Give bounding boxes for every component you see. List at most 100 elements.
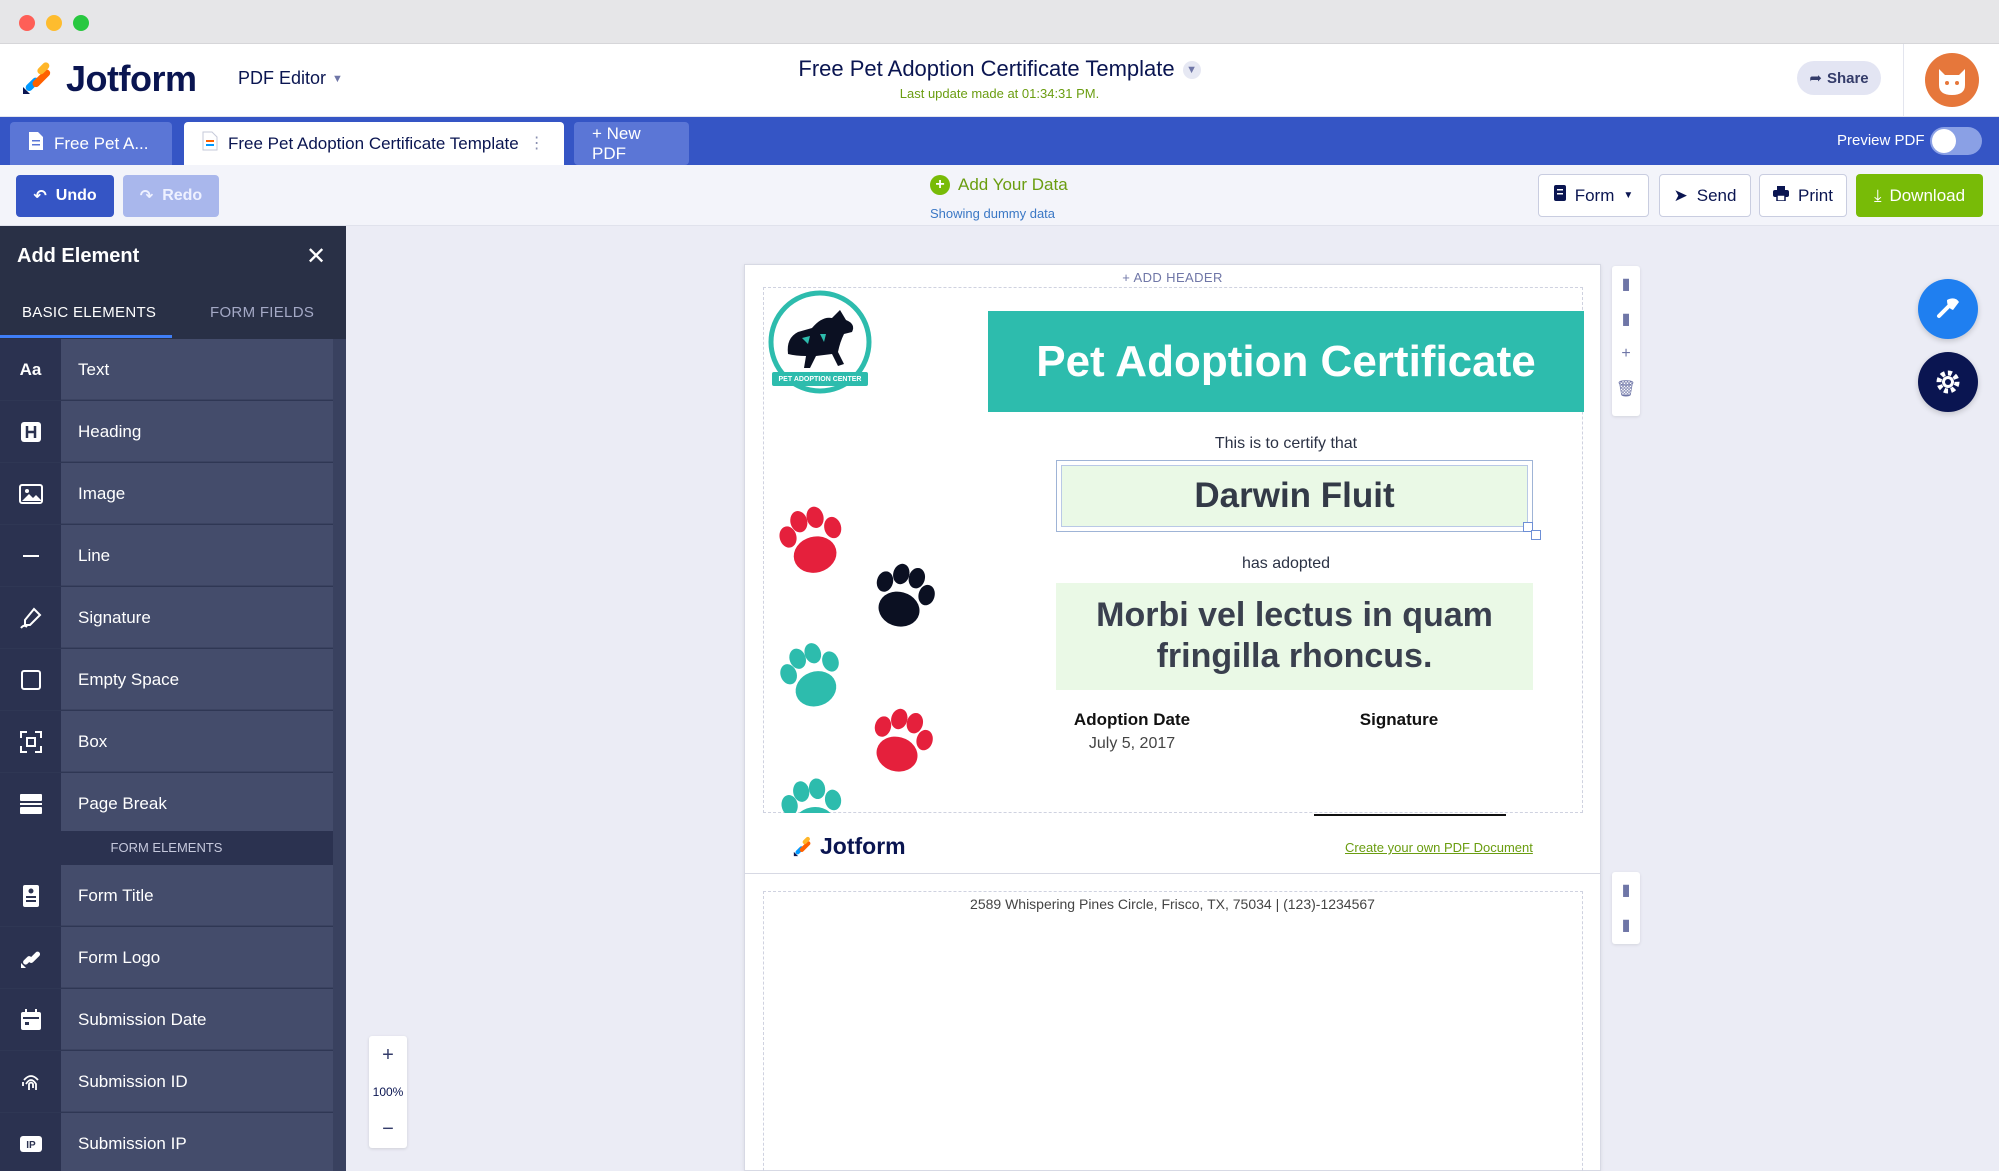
element-form-title[interactable]: Form Title — [0, 865, 333, 926]
resize-handle[interactable] — [1531, 530, 1541, 540]
paw-teal-1 — [773, 636, 852, 715]
panel-tabs: BASIC ELEMENTS FORM FIELDS — [0, 286, 346, 339]
settings-button[interactable] — [1918, 352, 1978, 412]
header-divider — [1903, 44, 1904, 117]
send-icon: ➤ — [1673, 185, 1688, 205]
tab-label: Free Pet Adoption Certificate Template — [228, 133, 519, 153]
pet-adoption-center-logo[interactable]: PET ADOPTION CENTER — [766, 290, 874, 394]
trash-icon[interactable]: 🗑 — [1612, 371, 1640, 406]
zoom-out-button[interactable]: − — [369, 1110, 407, 1148]
gear-icon — [1936, 370, 1960, 394]
element-text[interactable]: Aa Text — [0, 339, 333, 400]
line-icon — [0, 525, 61, 586]
form-label: Form — [1574, 185, 1615, 205]
document-title[interactable]: Free Pet Adoption Certificate Template ▼ — [0, 56, 1999, 82]
element-line[interactable]: Line — [0, 525, 333, 586]
logo-caption: PET ADOPTION CENTER — [778, 376, 862, 383]
share-label: Share — [1826, 69, 1869, 87]
cat-avatar-icon — [1939, 69, 1965, 95]
preview-pdf-toggle[interactable] — [1930, 127, 1982, 155]
add-your-data-link[interactable]: + Add Your Data — [930, 175, 1068, 195]
address-text[interactable]: 2589 Whispering Pines Circle, Frisco, TX… — [745, 896, 1600, 912]
footer-jotform-logo[interactable]: Jotform — [792, 833, 906, 860]
dummy-data-note: Showing dummy data — [930, 206, 1056, 221]
pet-name-field[interactable]: Morbi vel lectus in quam fringilla rhonc… — [1056, 583, 1533, 690]
redo-button[interactable]: ↷ Redo — [123, 175, 219, 217]
design-tools-button[interactable] — [1918, 279, 1978, 339]
element-label: Text — [61, 339, 333, 400]
zoom-in-button[interactable]: + — [369, 1036, 407, 1074]
tab-basic-elements[interactable]: BASIC ELEMENTS — [22, 304, 156, 321]
share-arrow-icon: ➦ — [1809, 70, 1822, 87]
element-form-logo[interactable]: Form Logo — [0, 927, 333, 988]
tab-free-pet-short[interactable]: Free Pet A... — [10, 122, 172, 165]
empty-space-icon — [0, 649, 61, 710]
duplicate-page-icon[interactable]: ▮ — [1612, 266, 1640, 301]
add-data-label: Add Your Data — [958, 175, 1068, 194]
tab-form-fields[interactable]: FORM FIELDS — [210, 304, 314, 321]
duplicate-page-icon[interactable]: ▮ — [1612, 872, 1640, 907]
send-label: Send — [1696, 185, 1737, 205]
element-label: Line — [61, 525, 333, 586]
avatar[interactable] — [1925, 53, 1979, 107]
zoom-level: 100% — [372, 1085, 404, 1099]
image-icon — [0, 463, 61, 524]
signature-label[interactable]: Signature — [1314, 710, 1484, 730]
editor-toolbar: ↶ Undo ↷ Redo + Add Your Data Showing du… — [0, 165, 1999, 226]
element-label: Empty Space — [61, 649, 333, 710]
pdf-document-icon — [202, 131, 218, 156]
panel-header: Add Element ✕ — [0, 226, 346, 286]
element-box[interactable]: Box — [0, 711, 333, 772]
plus-circle-icon: + — [930, 175, 950, 195]
box-icon — [0, 711, 61, 772]
close-icon[interactable]: ✕ — [306, 242, 326, 271]
certify-text[interactable]: This is to certify that — [1064, 435, 1508, 453]
paw-red-1 — [774, 501, 852, 580]
tab-free-pet-adoption-certificate[interactable]: Free Pet Adoption Certificate Template ⋮ — [184, 122, 564, 165]
chevron-down-icon[interactable]: ▼ — [1182, 61, 1201, 79]
element-submission-date[interactable]: Submission Date — [0, 989, 333, 1050]
element-heading[interactable]: Heading — [0, 401, 333, 462]
maximize-window-button[interactable] — [73, 15, 89, 31]
adoption-date-label[interactable]: Adoption Date — [1032, 710, 1232, 730]
share-button[interactable]: ➦ Share — [1797, 61, 1881, 95]
element-submission-ip[interactable]: IP Submission IP — [0, 1113, 333, 1171]
form-dropdown-button[interactable]: Form ▼ — [1538, 174, 1649, 217]
calendar-icon — [0, 989, 61, 1050]
adoption-date-value[interactable]: July 5, 2017 — [1032, 735, 1232, 753]
element-label: Form Logo — [61, 927, 333, 988]
panel-scrollbar[interactable] — [333, 339, 346, 1171]
element-signature[interactable]: Signature — [0, 587, 333, 648]
minimize-window-button[interactable] — [46, 15, 62, 31]
element-label: Image — [61, 463, 333, 524]
panel-title: Add Element — [17, 245, 140, 267]
element-label: Submission IP — [61, 1113, 333, 1171]
add-page-icon[interactable]: + — [1612, 336, 1640, 371]
undo-button[interactable]: ↶ Undo — [16, 175, 114, 217]
element-image[interactable]: Image — [0, 463, 333, 524]
page-settings-icon[interactable]: ▮ — [1612, 301, 1640, 336]
app-header: Jotform PDF Editor ▼ Free Pet Adoption C… — [0, 44, 1999, 117]
send-button[interactable]: ➤ Send — [1659, 174, 1751, 217]
certificate-banner[interactable]: Pet Adoption Certificate — [988, 311, 1584, 412]
has-adopted-text[interactable]: has adopted — [1064, 555, 1508, 573]
signature-line[interactable] — [1314, 814, 1506, 816]
print-button[interactable]: Print — [1759, 174, 1847, 217]
close-window-button[interactable] — [19, 15, 35, 31]
adopter-name-field[interactable]: Darwin Fluit — [1056, 460, 1541, 540]
document-icon — [28, 131, 44, 156]
more-vertical-icon[interactable]: ⋮ — [529, 135, 545, 152]
form-title-icon — [0, 865, 61, 926]
form-logo-icon — [0, 927, 61, 988]
add-header-button[interactable]: + ADD HEADER — [745, 270, 1600, 285]
page-two-content-area — [763, 891, 1583, 1171]
element-label: Submission Date — [61, 989, 333, 1050]
element-page-break[interactable]: Page Break — [0, 773, 333, 834]
document-title-text: Free Pet Adoption Certificate Template — [798, 56, 1175, 81]
element-submission-id[interactable]: Submission ID — [0, 1051, 333, 1112]
page-settings-icon[interactable]: ▮ — [1612, 907, 1640, 942]
create-pdf-link[interactable]: Create your own PDF Document — [1345, 840, 1533, 855]
download-button[interactable]: ⤓ Download — [1856, 174, 1983, 217]
element-empty-space[interactable]: Empty Space — [0, 649, 333, 710]
new-pdf-button[interactable]: + New PDF — [574, 122, 689, 165]
